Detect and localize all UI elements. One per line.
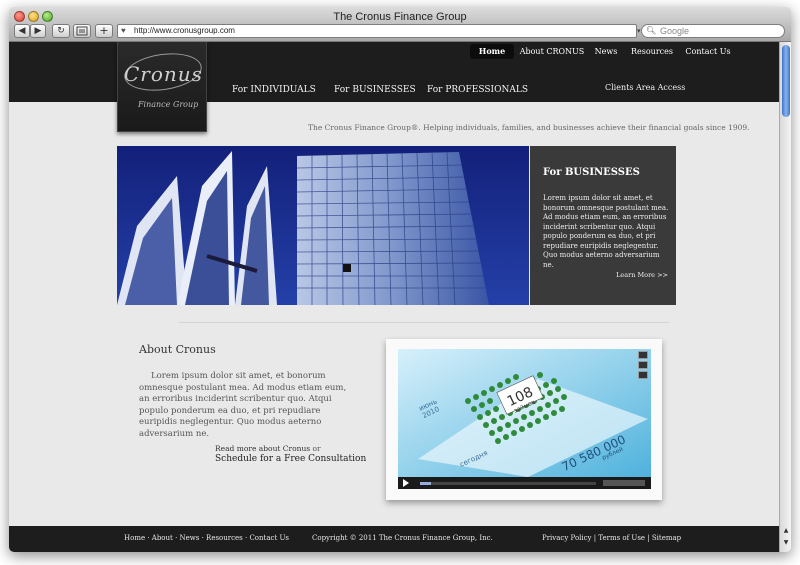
scrollbar-thumb[interactable] [782, 45, 790, 117]
address-bar[interactable]: ♥ http://www.cronusgroup.com [117, 24, 637, 38]
logo-subtitle: Finance Group [138, 100, 199, 109]
read-more-line: Read more about Cronus or [215, 444, 321, 453]
back-button[interactable]: ◀ [14, 24, 30, 38]
top-nav-news[interactable]: News [589, 44, 623, 59]
hero-image [117, 146, 529, 305]
learn-more-link[interactable]: Learn More >> [616, 271, 668, 279]
address-bar-url: http://www.cronusgroup.com [134, 26, 235, 35]
back-icon: ◀ [18, 26, 26, 36]
skyscrapers-illustration [117, 146, 529, 305]
video-progress-fill [420, 482, 431, 485]
schedule-consultation-link[interactable]: Schedule for a Free Consultation [215, 454, 366, 464]
page-viewport: Home About CRONUS News Resources Contact… [9, 42, 779, 552]
video-frame: 108 займов июнь 2010 70 580 000 рублей с… [386, 339, 662, 500]
play-icon[interactable] [403, 479, 409, 487]
content-divider [179, 322, 669, 323]
hero-panel-title: For BUSINESSES [543, 167, 640, 178]
add-icon: + [99, 24, 109, 37]
main-nav-individuals[interactable]: For INDIVIDUALS [232, 85, 316, 95]
about-text: Lorem ipsum dolor sit amet, et bonorum o… [139, 371, 347, 439]
video-embed-icon[interactable] [638, 371, 648, 379]
browser-window: The Cronus Finance Group ◀ ▶ ↻ + ♥ http:… [9, 7, 791, 552]
show-all-bookmarks-button[interactable] [73, 24, 91, 38]
search-icon: 🔍︎ [646, 26, 657, 35]
scroll-up-arrow-icon[interactable]: ▲ [780, 526, 791, 536]
or-text: or [312, 444, 321, 453]
main-nav-businesses[interactable]: For BUSINESSES [334, 85, 416, 95]
video-player[interactable]: 108 займов июнь 2010 70 580 000 рублей с… [398, 349, 651, 489]
footer-copyright: Copyright © 2011 The Cronus Finance Grou… [312, 534, 493, 542]
browser-titlebar: The Cronus Finance Group ◀ ▶ ↻ + ♥ http:… [9, 7, 791, 42]
video-controls [398, 477, 651, 489]
forward-icon: ▶ [34, 26, 42, 36]
hero-panel-text: Lorem ipsum dolor sit amet, et bonorum o… [543, 194, 669, 269]
logo-wordmark: Cronus [124, 62, 203, 86]
top-nav-about[interactable]: About CRONUS [519, 44, 585, 59]
site-favicon-icon: ♥ [121, 26, 126, 35]
site-footer: Home · About · News · Resources · Contac… [9, 526, 779, 552]
video-share-icon[interactable] [638, 351, 648, 359]
footer-legal-links[interactable]: Privacy Policy | Terms of Use | Sitemap [542, 534, 681, 542]
video-info-icon[interactable] [638, 361, 648, 369]
search-field[interactable]: 🔍︎ Google [641, 24, 785, 38]
page-scrollbar[interactable]: ▲ ▼ [779, 42, 791, 552]
read-more-link[interactable]: Read more about Cronus [215, 444, 310, 453]
window-title: The Cronus Finance Group [333, 11, 467, 23]
forward-button[interactable]: ▶ [30, 24, 46, 38]
site-tagline: The Cronus Finance Group®. Helping indiv… [308, 123, 750, 132]
video-frame-illustration: 108 займов июнь 2010 70 580 000 рублей с… [398, 349, 651, 477]
video-progress-track[interactable] [420, 482, 596, 485]
top-nav-resources[interactable]: Resources [627, 44, 677, 59]
hero-panel: For BUSINESSES Lorem ipsum dolor sit ame… [530, 146, 676, 305]
about-title: About Cronus [139, 343, 216, 356]
top-nav-contact[interactable]: Contact Us [681, 44, 735, 59]
search-placeholder: Google [660, 26, 690, 36]
top-nav-home[interactable]: Home [470, 44, 514, 59]
bookmarks-icon [76, 26, 88, 36]
video-volume-controls[interactable] [603, 480, 645, 486]
site-logo[interactable]: Cronus Finance Group [117, 42, 207, 132]
scroll-down-arrow-icon[interactable]: ▼ [780, 538, 791, 548]
add-bookmark-button[interactable]: + [95, 24, 113, 38]
main-nav-professionals[interactable]: For PROFESSIONALS [427, 85, 528, 95]
clients-area-link[interactable]: Clients Area Access [605, 83, 685, 92]
reload-button[interactable]: ↻ [52, 24, 70, 38]
reload-icon: ↻ [57, 26, 65, 36]
footer-nav-links[interactable]: Home · About · News · Resources · Contac… [124, 534, 289, 542]
